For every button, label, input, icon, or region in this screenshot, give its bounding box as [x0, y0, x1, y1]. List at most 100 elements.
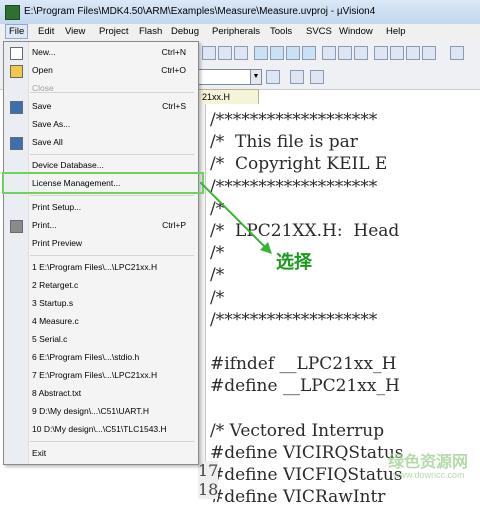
target-select[interactable]: ▼ [198, 69, 262, 85]
menu-item-label: 3 Startup.s [32, 298, 74, 308]
menu-edit[interactable]: Edit [38, 26, 54, 37]
code-line: /* Copyright KEIL E [210, 154, 388, 175]
file-menu-dropdown: New... Ctrl+N Open Ctrl+O Close Save Ctrl+S Sav… [3, 41, 199, 465]
new-file-icon [10, 47, 23, 60]
menu-separator [30, 195, 194, 196]
menu-item-label: Open [32, 65, 53, 75]
menu-item[interactable]: 2 Retarget.c [4, 279, 198, 293]
code-editor[interactable]: /*******************/* This file is par /… [198, 104, 480, 507]
menu-item-shortcut: Ctrl+S [162, 101, 186, 111]
menu-item[interactable]: 3 Startup.s [4, 297, 198, 311]
menu-item-label: Exit [32, 448, 47, 458]
save-all-icon [10, 137, 23, 150]
menu-file[interactable]: File [5, 24, 29, 39]
menu-item[interactable]: 5 Serial.c [4, 333, 198, 347]
menu-help[interactable]: Help [386, 26, 406, 37]
editor-gutter [198, 104, 206, 496]
menu-bar: File Edit View Project Flash Debug Perip… [0, 24, 480, 42]
target-options-icon[interactable] [266, 70, 280, 84]
menu-item-label: 9 D:\My design\...\C51\UART.H [32, 406, 149, 416]
menu-item[interactable]: 4 Measure.c [4, 315, 198, 329]
menu-item-label: Print Setup... [32, 202, 82, 212]
menu-item[interactable]: Save All [4, 136, 198, 150]
code-line: #define VICFIQStatus [210, 465, 403, 486]
code-line: #define VICIRQStatus [210, 443, 404, 463]
menu-item[interactable]: 7 E:\Program Files\...\LPC21xx.H [4, 369, 198, 383]
menu-item[interactable]: 9 D:\My design\...\C51\UART.H [4, 405, 198, 419]
code-line: /* This file is par [210, 132, 358, 153]
replace-icon[interactable] [338, 46, 352, 60]
editor-tab[interactable]: 21xx.H [198, 89, 259, 105]
menu-svcs[interactable]: SVCS [306, 26, 332, 37]
uvision-app-icon [5, 5, 20, 20]
menu-item-label: 4 Measure.c [32, 316, 79, 326]
menu-item[interactable]: Save Ctrl+S [4, 100, 198, 114]
menu-item[interactable]: 6 E:\Program Files\...\stdio.h [4, 351, 198, 365]
code-line: /* [210, 287, 225, 308]
configure-icon[interactable] [450, 46, 464, 60]
menu-item[interactable]: Open Ctrl+O [4, 64, 198, 78]
annotation-label: 选择 [276, 252, 312, 272]
bookmark-icon[interactable] [254, 46, 268, 60]
menu-separator [30, 92, 194, 93]
menu-peripherals[interactable]: Peripherals [212, 26, 260, 37]
unindent-icon[interactable] [218, 46, 232, 60]
menu-item-label: Print... [32, 220, 57, 230]
chevron-down-icon[interactable]: ▼ [250, 70, 261, 84]
menu-item-label: 10 D:\My design\...\C51\TLC1543.H [32, 424, 167, 434]
menu-item-label: Save [32, 101, 52, 111]
menu-item-label: 2 Retarget.c [32, 280, 79, 290]
menu-item-label: Save All [32, 137, 63, 147]
comment-icon[interactable] [234, 46, 248, 60]
menu-item[interactable]: 8 Abstract.txt [4, 387, 198, 401]
select-packs-icon[interactable] [310, 70, 324, 84]
menu-item-label: Device Database... [32, 160, 104, 170]
find-in-files-icon[interactable] [354, 46, 368, 60]
kill-breakpoints-icon[interactable] [422, 46, 436, 60]
menu-item-shortcut: Ctrl+N [161, 47, 186, 57]
manage-components-icon[interactable] [290, 70, 304, 84]
line-number: 17 [198, 461, 219, 480]
menu-item[interactable]: 10 D:\My design\...\C51\TLC1543.H [4, 423, 198, 437]
disable-breakpoint-icon[interactable] [406, 46, 420, 60]
code-line: /* [210, 265, 225, 286]
open-folder-icon [10, 65, 23, 78]
menu-view[interactable]: View [65, 26, 85, 37]
menu-item[interactable]: 1 E:\Program Files\...\LPC21xx.H [4, 261, 198, 275]
menu-flash[interactable]: Flash [139, 26, 162, 37]
find-icon[interactable] [322, 46, 336, 60]
menu-item[interactable]: Device Database... [4, 159, 198, 173]
menu-item[interactable]: Exit [4, 447, 198, 461]
print-icon [10, 220, 23, 233]
code-line: /******************* [210, 110, 378, 130]
menu-item-label: 1 E:\Program Files\...\LPC21xx.H [32, 262, 158, 272]
code-line: #define VICRawIntr [210, 487, 386, 507]
menu-item[interactable]: Save As... [4, 118, 198, 132]
menu-item[interactable]: Print Preview [4, 237, 198, 251]
watermark-url: www.downcc.com [393, 470, 465, 480]
breakpoint-icon[interactable] [390, 46, 404, 60]
code-line: /******************* [210, 309, 378, 330]
code-line: /* Vectored Interrup [210, 420, 385, 441]
menu-item[interactable]: Print Setup... [4, 201, 198, 215]
menu-separator [30, 255, 194, 256]
window-title: E:\Program Files\MDK4.50\ARM\Examples\Me… [24, 6, 376, 17]
debug-icon[interactable] [374, 46, 388, 60]
line-number: 18 [198, 480, 219, 499]
save-icon [10, 101, 23, 114]
menu-item-label: Print Preview [32, 238, 83, 248]
indent-icon[interactable] [202, 46, 216, 60]
menu-project[interactable]: Project [99, 26, 129, 37]
watermark: 绿色资源网 [388, 454, 469, 471]
clear-bookmarks-icon[interactable] [302, 46, 316, 60]
menu-tools[interactable]: Tools [270, 26, 292, 37]
menu-item[interactable]: New... Ctrl+N [4, 46, 198, 60]
menu-item-label: 7 E:\Program Files\...\LPC21xx.H [32, 370, 158, 380]
next-bookmark-icon[interactable] [286, 46, 300, 60]
menu-item-label: 6 E:\Program Files\...\stdio.h [32, 352, 140, 362]
prev-bookmark-icon[interactable] [270, 46, 284, 60]
menu-item[interactable]: Print... Ctrl+P [4, 219, 198, 233]
menu-window[interactable]: Window [339, 26, 373, 37]
menu-debug[interactable]: Debug [171, 26, 199, 37]
code-line: #define __LPC21xx_H [210, 376, 400, 397]
